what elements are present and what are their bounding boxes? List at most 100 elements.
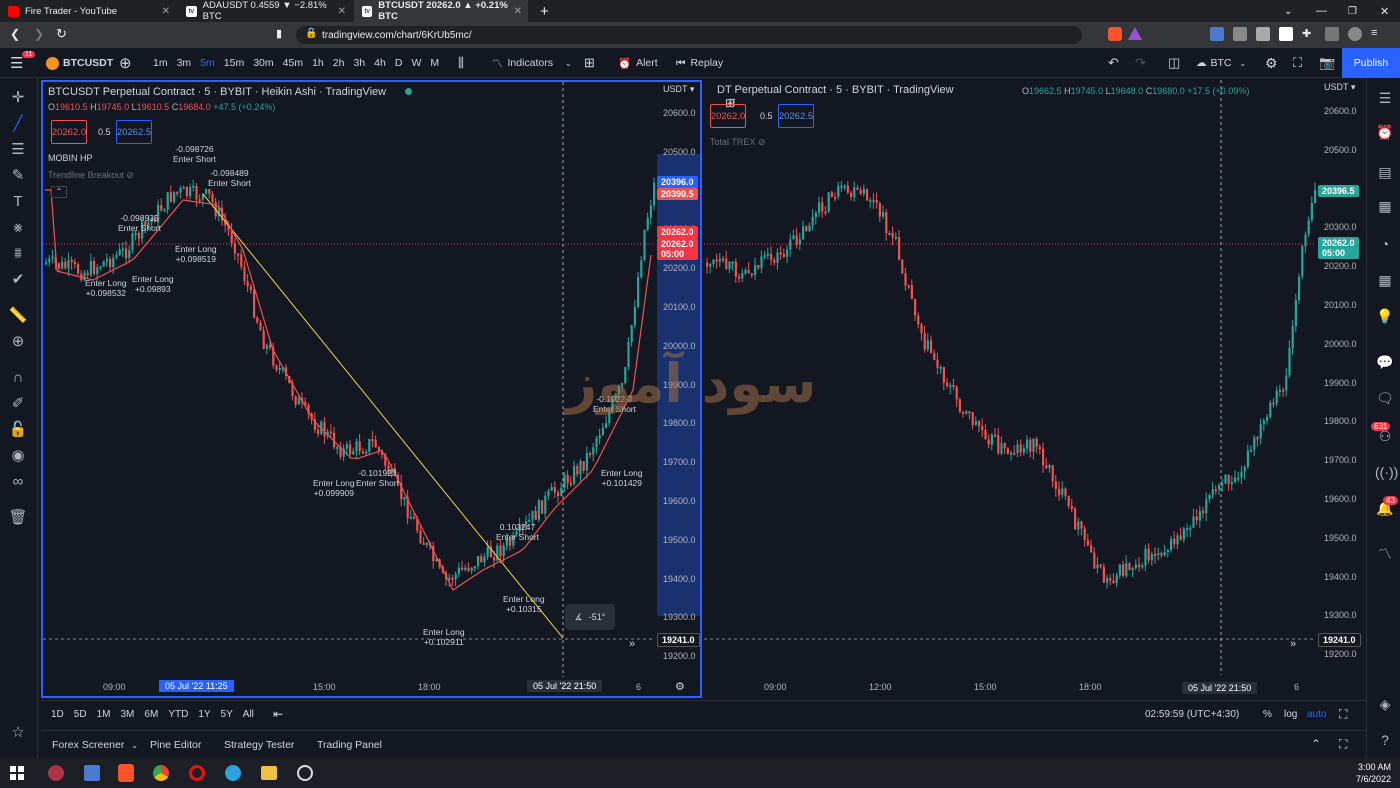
currency-axis-label[interactable]: USDT ▾ [663, 84, 694, 95]
interval-W[interactable]: W [411, 57, 421, 69]
telegram-icon[interactable] [225, 765, 241, 781]
maximize-panel-icon[interactable]: ⛶ [1339, 737, 1347, 752]
interval-15m[interactable]: 15m [224, 57, 244, 69]
range-6M[interactable]: 6M [144, 709, 158, 720]
compare-add-icon[interactable]: ⊕ [119, 48, 132, 78]
interval-30m[interactable]: 30m [253, 57, 273, 69]
messages-icon[interactable]: 🗨 [1375, 388, 1395, 408]
fullscreen-icon[interactable]: ⛶ [1339, 707, 1347, 722]
extension-icon[interactable] [1233, 27, 1247, 41]
percent-toggle[interactable]: % [1263, 709, 1272, 720]
indicators-button[interactable]: 〽 Indicators ⌄ [492, 48, 572, 78]
help-icon[interactable]: ? [1375, 730, 1395, 750]
favorites-icon[interactable]: ✔ [8, 270, 28, 290]
ruler-icon[interactable]: 📏 [8, 306, 28, 326]
app-icon[interactable] [48, 765, 64, 781]
interval-3m[interactable]: 3m [177, 57, 192, 69]
sell-button[interactable]: 20262.0 [51, 120, 87, 144]
browser-tab-btcusdt[interactable]: tv BTCUSDT 20262.0 ▲ +0.21% BTC ✕ [354, 0, 528, 22]
close-tab-icon[interactable]: ✕ [514, 6, 522, 17]
magnet-icon[interactable]: ∩ [8, 368, 28, 388]
data-window-icon[interactable]: ▤ [1375, 162, 1395, 182]
alert-button[interactable]: ⏰ Alert [618, 48, 658, 78]
interval-2h[interactable]: 2h [333, 57, 345, 69]
brave-shield-icon[interactable] [1108, 27, 1122, 41]
indicator-trendline-breakout[interactable]: Trendline Breakout ⊘ [48, 170, 134, 181]
tab-pine-editor[interactable]: Pine Editor [150, 739, 201, 751]
log-toggle[interactable]: log [1284, 709, 1297, 720]
explorer-icon[interactable] [261, 766, 277, 780]
layout-icon[interactable]: ◫ [1168, 48, 1180, 78]
app-icon[interactable] [84, 765, 100, 781]
replay-button[interactable]: ⏮ Replay [676, 48, 723, 78]
interval-D[interactable]: D [395, 57, 403, 69]
close-window-icon[interactable]: ✕ [1372, 0, 1397, 22]
settings-icon[interactable]: ⚙ [1265, 48, 1278, 78]
clock[interactable]: 02:59:59 (UTC+4:30) [1145, 709, 1239, 720]
tab-search-icon[interactable]: ⌄ [1276, 0, 1300, 22]
text-icon[interactable]: T [8, 192, 28, 212]
interval-1m[interactable]: 1m [153, 57, 168, 69]
range-5Y[interactable]: 5Y [221, 709, 233, 720]
forward-icon[interactable]: ❯ [34, 27, 44, 41]
ideas-icon[interactable]: 💡 [1375, 306, 1395, 326]
chart-type-icon[interactable]: ⫼ [458, 48, 464, 78]
watchlist-icon[interactable]: ☰ [1375, 88, 1395, 108]
new-tab-button[interactable]: + [532, 0, 557, 22]
trendline-icon[interactable]: ╱ [8, 114, 28, 134]
interval-5m[interactable]: 5m [200, 57, 215, 69]
close-tab-icon[interactable]: ✕ [162, 6, 170, 17]
undo-icon[interactable]: ↶ [1108, 48, 1119, 78]
browser-tab-adausdt[interactable]: tv ADAUSDT 0.4559 ▼ −2.81% BTC ✕ [178, 0, 352, 22]
zoom-icon[interactable]: ⊕ [8, 332, 28, 352]
prediction-icon[interactable]: ⩩ [8, 244, 28, 264]
sell-button[interactable]: 20262.0 [710, 104, 746, 128]
translate-icon[interactable] [1210, 27, 1224, 41]
system-clock[interactable]: 3:00 AM 7/6/2022 [1356, 761, 1391, 785]
stay-drawing-icon[interactable]: ✐ [8, 394, 28, 414]
puzzle-icon[interactable]: ✚ [1302, 27, 1316, 41]
extension-icon[interactable] [1279, 27, 1293, 41]
currency-axis-label[interactable]: USDT ▾ [1324, 82, 1355, 93]
scroll-right-icon[interactable]: » [1290, 638, 1296, 650]
brush-icon[interactable]: ✎ [8, 166, 28, 186]
layout-templates-icon[interactable]: ⊞ [584, 48, 595, 78]
publish-button[interactable]: Publish [1342, 48, 1400, 78]
interval-1h[interactable]: 1h [312, 57, 324, 69]
tab-trading-panel[interactable]: Trading Panel [317, 739, 382, 751]
range-YTD[interactable]: YTD [168, 709, 188, 720]
auto-toggle[interactable]: auto [1307, 709, 1326, 720]
hidden-eye-icon[interactable]: ⊘ [758, 137, 766, 147]
range-All[interactable]: All [243, 709, 254, 720]
menu-icon[interactable]: ≡ [1371, 27, 1385, 41]
url-input[interactable]: 🔒 tradingview.com/chart/6KrUb5mc/ [296, 26, 1142, 44]
interval-45m[interactable]: 45m [283, 57, 303, 69]
range-1D[interactable]: 1D [51, 709, 64, 720]
calendar-icon[interactable]: ▦ [1375, 270, 1395, 290]
buy-button[interactable]: 20262.5 [778, 104, 814, 128]
pattern-icon[interactable]: ⨳ [8, 218, 28, 238]
buy-button[interactable]: 20262.5 [116, 120, 152, 144]
chrome-icon[interactable] [153, 765, 169, 781]
hotlist-icon[interactable]: ◔ [1375, 234, 1395, 254]
currency-select[interactable]: ☁ BTC ⌄ [1196, 48, 1246, 78]
tab-strategy-tester[interactable]: Strategy Tester [224, 739, 294, 751]
chat-icon[interactable]: 💬 [1375, 352, 1395, 372]
news-icon[interactable]: ▦ [1375, 196, 1395, 216]
camera-icon[interactable]: 📷 [1319, 48, 1335, 78]
redo-icon[interactable]: ↷ [1135, 48, 1146, 78]
trash-icon[interactable]: 🗑 [8, 508, 28, 528]
opera-icon[interactable] [189, 765, 205, 781]
fullscreen-icon[interactable]: ⛶ [1293, 48, 1302, 78]
indicator-total-trex[interactable]: Total TREX ⊘ [710, 137, 765, 148]
range-1M[interactable]: 1M [97, 709, 111, 720]
back-icon[interactable]: ❮ [10, 27, 20, 41]
goto-date-icon[interactable]: ⇤ [273, 707, 283, 721]
app-icon[interactable] [297, 765, 313, 781]
tab-forex-screener[interactable]: Forex Screener ⌄ [52, 739, 138, 751]
windows-start-icon[interactable] [10, 766, 24, 780]
link-icon[interactable]: ∞ [8, 472, 28, 492]
hidden-eye-icon[interactable]: ⊘ [126, 170, 134, 180]
range-1Y[interactable]: 1Y [198, 709, 210, 720]
layers-icon[interactable]: ◈ [1375, 694, 1395, 714]
